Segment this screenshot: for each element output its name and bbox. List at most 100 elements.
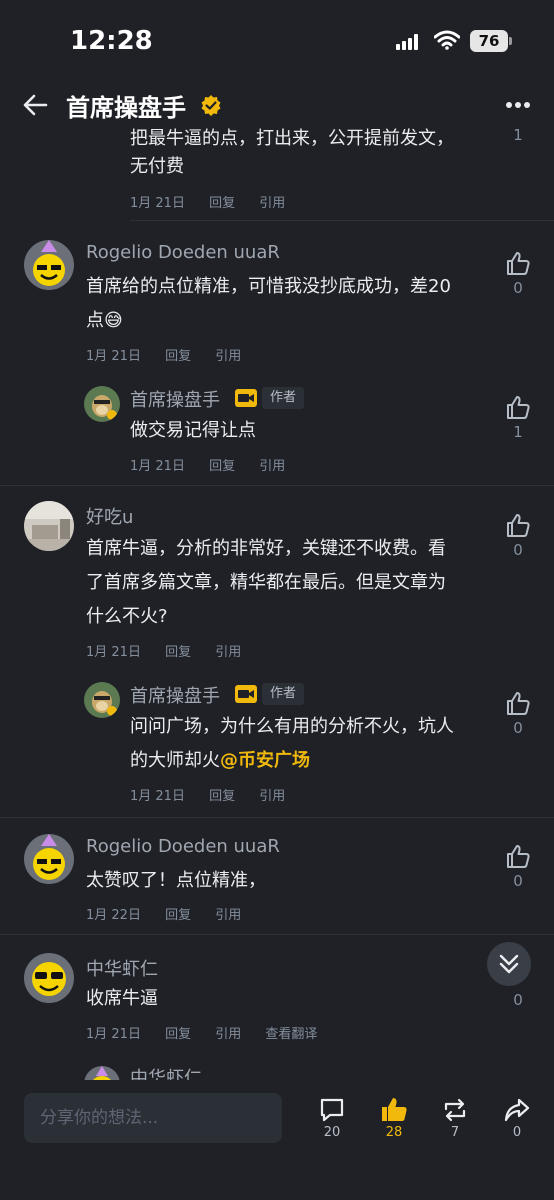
thumb-up-icon[interactable]	[505, 512, 531, 538]
like-count: 0	[513, 991, 523, 1009]
mention-link[interactable]: @币安广场	[220, 750, 310, 771]
comment-meta: 1月 21日 回复 引用	[86, 641, 261, 660]
reply-button[interactable]: 回复	[165, 1027, 191, 1042]
thumb-up-icon[interactable]	[505, 250, 531, 276]
like-count: 0	[513, 872, 523, 890]
divider	[0, 934, 554, 935]
author-badge: 作者	[262, 387, 305, 409]
live-camera-icon	[235, 389, 257, 407]
reply-button[interactable]: 回复	[209, 459, 235, 474]
comment-author[interactable]: Rogelio Doeden uuaR	[86, 836, 280, 857]
quote-button[interactable]: 引用	[215, 1027, 241, 1042]
room-photo-avatar-icon	[24, 501, 74, 551]
comment-meta: 1月 21日 回复 引用 查看翻译	[86, 1023, 337, 1042]
comment-text-1: 首席牛逼，分析的非常好，关键还不收费。看	[86, 538, 446, 559]
quote-button[interactable]: 引用	[215, 645, 241, 660]
like-count: 1	[513, 423, 523, 441]
quote-button[interactable]: 引用	[259, 196, 285, 211]
author-badge: 作者	[262, 683, 305, 705]
comment-date: 1月 21日	[86, 1027, 141, 1042]
like-count: 0	[513, 541, 523, 559]
reply-button[interactable]: 回复	[165, 645, 191, 660]
reply-button[interactable]: 回复	[165, 908, 191, 923]
reply-text: 做交易记得让点	[130, 420, 256, 441]
reply-author[interactable]: 首席操盘手	[130, 682, 220, 708]
thumb-up-filled-icon[interactable]	[380, 1095, 408, 1123]
comment-input[interactable]: 分享你的想法...	[24, 1093, 282, 1143]
signal-icon	[396, 34, 418, 50]
avatar[interactable]	[24, 240, 74, 290]
comment-text-3: 什么不火?	[86, 606, 168, 627]
quote-button[interactable]: 引用	[215, 908, 241, 923]
comment-date: 1月 22日	[86, 908, 141, 923]
quote-button[interactable]: 引用	[259, 789, 285, 804]
reply-text-plain: 的大师却火	[130, 750, 220, 771]
status-time: 12:28	[70, 26, 153, 56]
reply-button[interactable]: 回复	[209, 789, 235, 804]
avatar[interactable]	[24, 953, 74, 1003]
comment-meta: 1月 21日 回复 引用	[130, 785, 305, 804]
reply-text-1: 问问广场，为什么有用的分析不火，坑人	[130, 716, 454, 737]
reply-button[interactable]: 回复	[209, 196, 235, 211]
translate-button[interactable]: 查看翻译	[265, 1027, 317, 1042]
more-icon[interactable]	[505, 101, 531, 109]
quote-button[interactable]: 引用	[215, 349, 241, 364]
verified-icon	[201, 95, 221, 116]
comment-meta: 1月 22日 回复 引用	[86, 904, 261, 923]
comment-author[interactable]: Rogelio Doeden uuaR	[86, 242, 280, 263]
comment-icon[interactable]	[318, 1096, 346, 1124]
reply-button[interactable]: 回复	[165, 349, 191, 364]
live-camera-icon	[235, 685, 257, 703]
like-count-total: 28	[385, 1125, 403, 1140]
comment-text: 收席牛逼	[86, 988, 158, 1009]
avatar[interactable]	[84, 682, 120, 718]
wifi-icon	[434, 30, 460, 50]
page-title: 首席操盘手	[66, 94, 186, 122]
like-count: 0	[513, 279, 523, 297]
share-icon[interactable]	[503, 1096, 531, 1124]
back-arrow-icon[interactable]	[22, 92, 48, 118]
comment-text-2: 点😅	[86, 310, 123, 331]
comment-text: 太赞叹了！点位精准，	[86, 870, 266, 891]
party-smiley-avatar-icon	[24, 834, 74, 884]
chevron-double-down-icon	[499, 954, 519, 974]
repost-count: 7	[450, 1125, 460, 1140]
divider	[0, 817, 554, 818]
battery-level: 76	[470, 30, 508, 52]
thumb-up-icon[interactable]	[505, 690, 531, 716]
smiley-sunglasses-avatar-icon	[24, 953, 74, 1003]
comment-meta: 1月 21日 回复 引用	[86, 345, 261, 364]
comment-date: 1月 21日	[130, 459, 185, 474]
thumb-up-icon[interactable]	[505, 394, 531, 420]
avatar[interactable]	[24, 501, 74, 551]
divider	[130, 220, 554, 221]
quote-button[interactable]: 引用	[259, 459, 285, 474]
comment-date: 1月 21日	[130, 196, 185, 211]
comment-date: 1月 21日	[130, 789, 185, 804]
share-count: 0	[512, 1125, 522, 1140]
reply-author[interactable]: 首席操盘手	[130, 386, 220, 412]
reply-text-2: 的大师却火@币安广场	[130, 744, 310, 778]
repost-icon[interactable]	[441, 1096, 469, 1124]
avatar[interactable]	[24, 834, 74, 884]
partial-comment-text-2: 无付费	[130, 156, 184, 177]
scroll-down-button[interactable]	[487, 942, 531, 986]
thumb-up-icon[interactable]	[505, 843, 531, 869]
party-smiley-avatar-icon	[24, 240, 74, 290]
battery-tip	[509, 37, 512, 45]
comment-author[interactable]: 好吃u	[86, 503, 133, 529]
comment-count: 20	[323, 1125, 341, 1140]
comment-date: 1月 21日	[86, 349, 141, 364]
like-count: 0	[513, 719, 523, 737]
divider	[0, 485, 554, 486]
comment-author[interactable]: 中华虾仁	[86, 955, 158, 981]
comment-date: 1月 21日	[86, 645, 141, 660]
comment-meta: 1月 21日 回复 引用	[130, 192, 305, 211]
avatar[interactable]	[84, 386, 120, 422]
comment-text-1: 首席给的点位精准，可惜我没抄底成功，差20	[86, 276, 451, 297]
comment-text-2: 了首席多篇文章，精华都在最后。但是文章为	[86, 572, 446, 593]
comment-meta: 1月 21日 回复 引用	[130, 455, 305, 474]
like-count: 1	[513, 126, 523, 144]
ape-avatar-icon	[84, 386, 120, 422]
ape-avatar-icon	[84, 682, 120, 718]
